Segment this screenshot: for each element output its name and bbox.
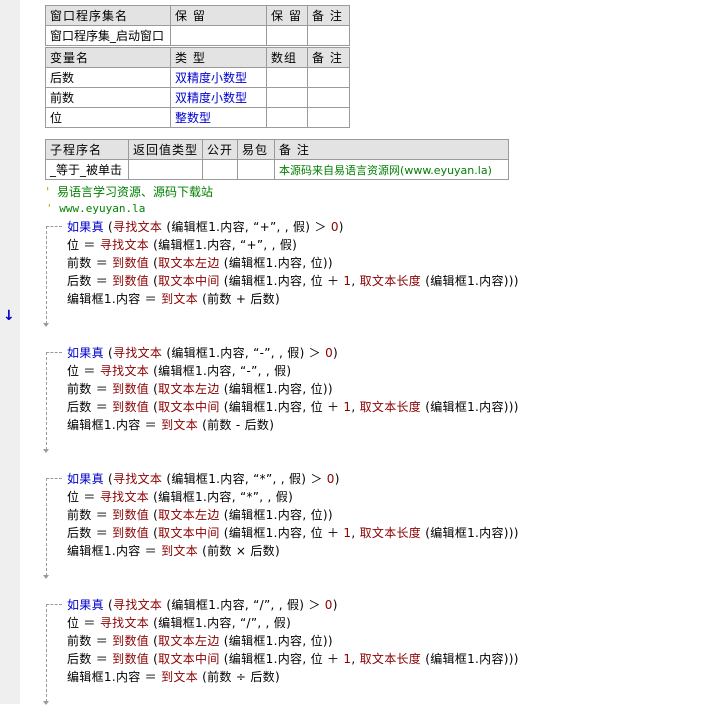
col-array: 数组 [266,47,308,68]
table-row[interactable]: 位 整数型 [45,107,350,128]
col-sub-name: 子程序名 [45,139,129,160]
var-name-cell[interactable]: 位 [45,107,171,128]
col-note: 备 注 [307,5,350,26]
comment-line-2[interactable]: ' www.eyuyan.la [46,202,145,215]
subroutine-table: 子程序名 返回值类型 公开 易包 备 注 _等于_被单击 本源码来自易语言资源网… [45,139,510,180]
fold-arrow-icon[interactable] [43,575,49,579]
fold-arrow-icon[interactable] [43,701,49,705]
return-type-cell[interactable] [127,159,204,180]
code-line[interactable]: 位 ＝ 寻找文本 (编辑框1.内容, “+”, , 假) [67,236,297,254]
var-array-cell[interactable] [266,107,308,128]
table-row[interactable]: 前数 双精度小数型 [45,87,350,108]
fold-arrow-icon[interactable] [43,449,49,453]
comment-line-1[interactable]: ' 易语言学习资源、源码下载站 [46,183,213,200]
code-line[interactable]: 编辑框1.内容 ＝ 到文本 (前数 + 后数) [67,290,280,308]
sub-note-cell[interactable]: 本源码来自易语言资源网(www.eyuyan.la) [274,159,510,180]
code-line[interactable]: 后数 ＝ 到数值 (取文本中间 (编辑框1.内容, 位 ＋ 1, 取文本长度 (… [67,272,519,290]
col-var-name: 变量名 [45,47,171,68]
if-block: 如果真 (寻找文本 (编辑框1.内容, “-”, , 假) ＞ 0) 位 ＝ 寻… [43,344,546,459]
code-line[interactable]: 编辑框1.内容 ＝ 到文本 (前数 × 后数) [67,542,280,560]
col-package: 易包 [237,139,276,160]
var-type-cell[interactable]: 整数型 [170,107,267,128]
variable-table: 变量名 类 型 数组 备 注 后数 双精度小数型 前数 双精度小数型 位 整数型 [45,47,350,128]
code-line[interactable]: 前数 ＝ 到数值 (取文本左边 (编辑框1.内容, 位)) [67,506,333,524]
var-type-cell[interactable]: 双精度小数型 [170,87,267,108]
code-line[interactable]: 后数 ＝ 到数值 (取文本中间 (编辑框1.内容, 位 ＋ 1, 取文本长度 (… [67,398,519,416]
code-line[interactable]: 位 ＝ 寻找文本 (编辑框1.内容, “-”, , 假) [67,362,291,380]
var-note-cell[interactable] [307,67,350,88]
col-assembly-name: 窗口程序集名 [45,5,171,26]
code-line[interactable]: 前数 ＝ 到数值 (取文本左边 (编辑框1.内容, 位)) [67,254,333,272]
col-sub-note: 备 注 [274,139,510,160]
code-line[interactable]: 位 ＝ 寻找文本 (编辑框1.内容, “/”, , 假) [67,614,291,632]
assembly-name-cell[interactable]: 窗口程序集_启动窗口 [45,25,171,46]
if-block: 如果真 (寻找文本 (编辑框1.内容, “+”, , 假) ＞ 0) 位 ＝ 寻… [43,218,546,333]
col-return-type: 返回值类型 [127,139,204,160]
code-line[interactable]: 如果真 (寻找文本 (编辑框1.内容, “-”, , 假) ＞ 0) [67,344,338,362]
reserve-cell-1[interactable] [170,25,267,46]
code-line[interactable]: 如果真 (寻找文本 (编辑框1.内容, “/”, , 假) ＞ 0) [67,596,338,614]
var-array-cell[interactable] [266,87,308,108]
assembly-table: 窗口程序集名 保 留 保 留 备 注 窗口程序集_启动窗口 [45,5,350,46]
table-row[interactable]: 后数 双精度小数型 [45,67,350,88]
var-name-cell[interactable]: 前数 [45,87,171,108]
line-gutter [0,0,20,704]
var-name-cell[interactable]: 后数 [45,67,171,88]
note-cell[interactable] [307,25,350,46]
var-array-cell[interactable] [266,67,308,88]
current-line-arrow-icon: ↓ [3,308,15,324]
col-var-type: 类 型 [170,47,267,68]
package-cell[interactable] [237,159,276,180]
code-line[interactable]: 前数 ＝ 到数值 (取文本左边 (编辑框1.内容, 位)) [67,380,333,398]
if-block: 如果真 (寻找文本 (编辑框1.内容, “/”, , 假) ＞ 0) 位 ＝ 寻… [43,596,546,711]
public-cell[interactable] [202,159,239,180]
col-public: 公开 [202,139,239,160]
code-line[interactable]: 前数 ＝ 到数值 (取文本左边 (编辑框1.内容, 位)) [67,632,333,650]
var-note-cell[interactable] [307,87,350,108]
sub-name-cell[interactable]: _等于_被单击 [45,159,129,180]
code-line[interactable]: 后数 ＝ 到数值 (取文本中间 (编辑框1.内容, 位 ＋ 1, 取文本长度 (… [67,524,519,542]
code-line[interactable]: 如果真 (寻找文本 (编辑框1.内容, “*”, , 假) ＞ 0) [67,470,340,488]
code-line[interactable]: 如果真 (寻找文本 (编辑框1.内容, “+”, , 假) ＞ 0) [67,218,344,236]
reserve-cell-2[interactable] [266,25,308,46]
code-line[interactable]: 位 ＝ 寻找文本 (编辑框1.内容, “*”, , 假) [67,488,293,506]
fold-arrow-icon[interactable] [43,323,49,327]
col-var-note: 备 注 [307,47,350,68]
code-line[interactable]: 后数 ＝ 到数值 (取文本中间 (编辑框1.内容, 位 ＋ 1, 取文本长度 (… [67,650,519,668]
col-reserve-1: 保 留 [170,5,267,26]
code-line[interactable]: 编辑框1.内容 ＝ 到文本 (前数 - 后数) [67,416,274,434]
if-block: 如果真 (寻找文本 (编辑框1.内容, “*”, , 假) ＞ 0) 位 ＝ 寻… [43,470,546,585]
col-reserve-2: 保 留 [266,5,308,26]
var-type-cell[interactable]: 双精度小数型 [170,67,267,88]
var-note-cell[interactable] [307,107,350,128]
code-line[interactable]: 编辑框1.内容 ＝ 到文本 (前数 ÷ 后数) [67,668,280,686]
